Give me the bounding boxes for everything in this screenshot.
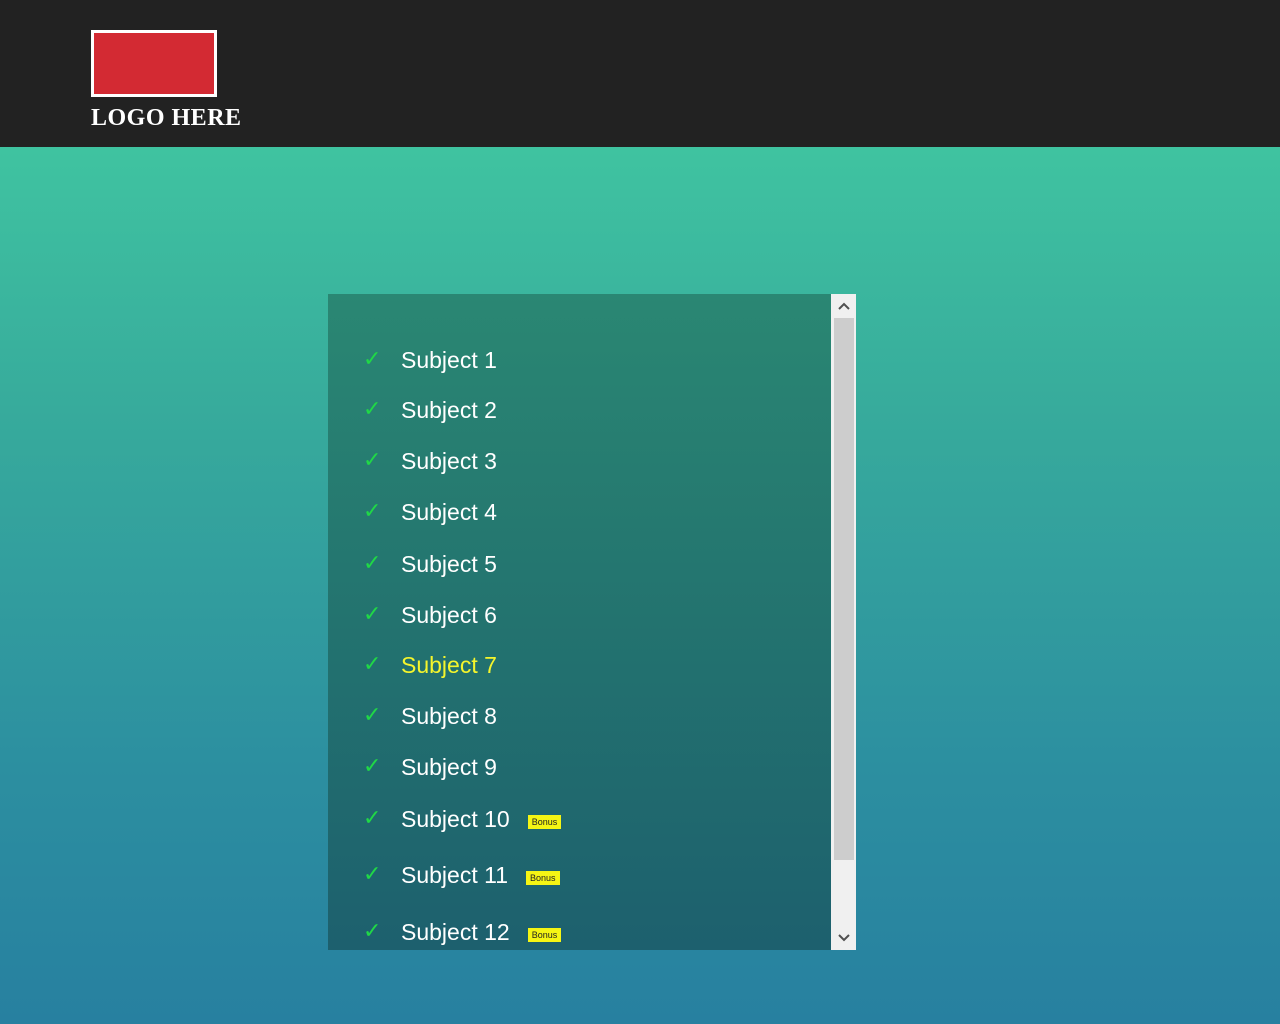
list-item[interactable]: ✓ Subject 1 [363,345,497,375]
checkmark-icon: ✓ [363,862,382,887]
subject-label: Subject 11 [401,862,508,888]
subject-label: Subject 3 [401,448,497,474]
bonus-badge: Bonus [527,928,562,942]
list-item[interactable]: ✓ Subject 10 Bonus [363,804,562,834]
checkmark-icon: ✓ [363,347,382,372]
subject-label: Subject 9 [401,754,497,780]
list-item[interactable]: ✓ Subject 8 [363,701,497,731]
subject-label: Subject 7 [401,652,497,678]
list-item[interactable]: ✓ Subject 11 Bonus [363,860,560,890]
list-item-active[interactable]: ✓ Subject 7 [363,650,497,680]
chevron-down-icon[interactable] [831,926,856,950]
list-item[interactable]: ✓ Subject 12 Bonus [363,917,562,947]
checkmark-icon: ✓ [363,652,382,677]
list-item[interactable]: ✓ Subject 5 [363,549,497,579]
subject-list: ✓ Subject 1 ✓ Subject 2 ✓ Subject 3 ✓ Su… [328,294,831,950]
checkmark-icon: ✓ [363,397,382,422]
subject-label: Subject 5 [401,551,497,577]
checkmark-icon: ✓ [363,499,382,524]
header-bar: LOGO HERE [0,0,1280,147]
chevron-up-icon[interactable] [831,294,856,318]
vertical-scrollbar[interactable] [831,294,856,950]
subject-label: Subject 1 [401,347,497,373]
checkmark-icon: ✓ [363,551,382,576]
list-item[interactable]: ✓ Subject 4 [363,497,497,527]
bonus-badge: Bonus [525,871,560,885]
checkmark-icon: ✓ [363,806,382,831]
subject-label: Subject 2 [401,397,497,423]
checkmark-icon: ✓ [363,919,382,944]
bonus-badge: Bonus [527,815,562,829]
subject-list-panel: ✓ Subject 1 ✓ Subject 2 ✓ Subject 3 ✓ Su… [328,294,856,950]
checkmark-icon: ✓ [363,602,382,627]
list-item[interactable]: ✓ Subject 9 [363,752,497,782]
subject-label: Subject 10 [401,806,510,832]
list-item[interactable]: ✓ Subject 2 [363,395,497,425]
list-item[interactable]: ✓ Subject 3 [363,446,497,476]
subject-label: Subject 8 [401,703,497,729]
subject-label: Subject 12 [401,919,510,945]
subject-label: Subject 4 [401,499,497,525]
list-item[interactable]: ✓ Subject 6 [363,600,497,630]
checkmark-icon: ✓ [363,703,382,728]
logo-text: LOGO HERE [91,105,242,131]
subject-label: Subject 6 [401,602,497,628]
checkmark-icon: ✓ [363,754,382,779]
logo-placeholder[interactable] [91,30,217,97]
checkmark-icon: ✓ [363,448,382,473]
scrollbar-thumb[interactable] [834,318,854,860]
